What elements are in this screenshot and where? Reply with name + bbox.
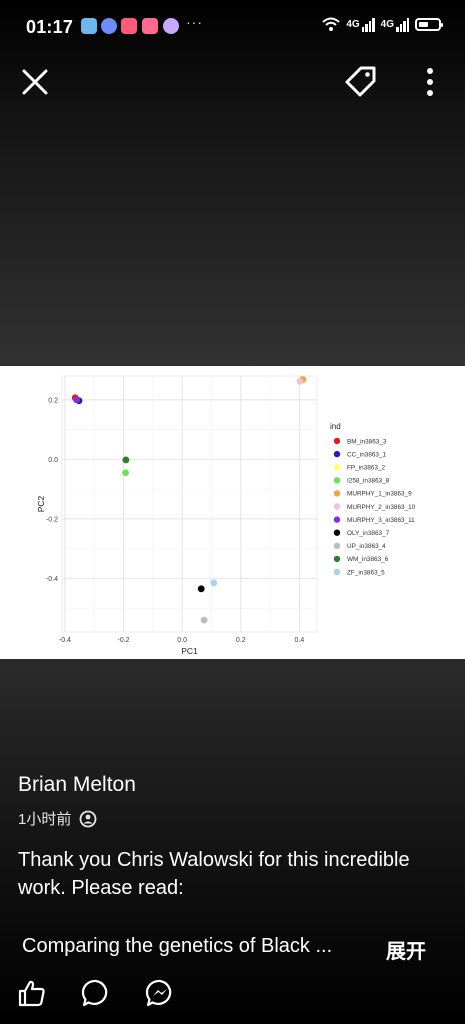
- post-snippet: Comparing the genetics of Black ...: [22, 935, 333, 957]
- more-vertical-icon: [427, 68, 433, 96]
- tag-icon: [345, 66, 376, 97]
- message-icon: [101, 18, 117, 34]
- battery-icon: [415, 17, 443, 31]
- data-point: [296, 377, 304, 385]
- legend-swatch: [333, 450, 341, 458]
- legend-label: UP_in3863_4: [347, 543, 386, 550]
- viewer-toolbar: [0, 56, 465, 108]
- app-icon: [81, 18, 97, 34]
- music-icon: [142, 18, 158, 34]
- legend-label: MURPHY_1_in3863_9: [347, 491, 412, 498]
- plot-panel: [61, 375, 318, 633]
- pca-scatter-chart: -0.4 -0.2 0.0 0.2 0.4 0.2 0.0 -0.2 -0.4 PC1 PC2 ind…: [36, 375, 416, 656]
- messenger-button[interactable]: [142, 975, 178, 1011]
- legend-label: CC_in3863_1: [347, 451, 387, 458]
- post-text: Thank you Chris Walowski for this incred…: [18, 849, 410, 899]
- data-point: [122, 456, 130, 464]
- close-button[interactable]: [15, 62, 55, 102]
- tag-button[interactable]: [340, 62, 380, 102]
- x-tick-label: -0.4: [59, 637, 71, 644]
- more-options-button[interactable]: [414, 62, 446, 102]
- legend-label: I258_in3863_8: [347, 478, 390, 485]
- signal-icon: [396, 16, 409, 32]
- expand-link[interactable]: 展开: [386, 935, 426, 964]
- legend-swatch: [333, 464, 341, 471]
- system-icons: 4G 4G: [322, 16, 443, 32]
- legend-label: BM_in3863_3: [347, 438, 387, 445]
- y-tick-label: -0.4: [46, 576, 58, 583]
- network-type-2: 4G: [380, 18, 394, 30]
- legend-swatch: [333, 490, 341, 497]
- data-point: [197, 585, 205, 593]
- legend-label: WM_in3863_6: [347, 556, 389, 563]
- legend-label: MURPHY_2_in3863_10: [347, 504, 416, 511]
- x-tick-label: -0.2: [118, 637, 130, 644]
- author-name[interactable]: Brian Melton: [18, 773, 136, 797]
- comment-button[interactable]: [78, 975, 114, 1011]
- like-button[interactable]: [14, 975, 50, 1011]
- legend-swatch: [333, 477, 341, 484]
- messenger-icon: [145, 979, 172, 1007]
- x-tick-label: 0.2: [236, 637, 246, 644]
- y-axis-label: PC2: [36, 495, 46, 512]
- x-tick-label: 0.0: [177, 637, 187, 644]
- legend-label: ZF_in3863_5: [347, 569, 385, 576]
- like-icon: [18, 980, 45, 1007]
- legend-swatch: [333, 555, 341, 563]
- data-point: [210, 579, 218, 587]
- action-bar: [0, 975, 465, 1011]
- legend-label: MURPHY_3_in3863_11: [347, 517, 415, 524]
- x-axis-label: PC1: [181, 646, 198, 656]
- signal-icon: [361, 16, 375, 32]
- data-point: [73, 396, 81, 404]
- y-tick-label: -0.2: [46, 516, 58, 523]
- data-point: [200, 616, 208, 624]
- data-point: [122, 469, 130, 477]
- y-tick-label: 0.2: [48, 397, 58, 404]
- comment-icon: [81, 979, 108, 1007]
- legend-swatch: [333, 516, 341, 523]
- legend-swatch: [333, 503, 341, 510]
- legend-label: OLY_in3863_7: [347, 530, 390, 537]
- network-type-1: 4G: [346, 18, 360, 30]
- post-time: 1小时前: [18, 811, 72, 828]
- legend-swatch: [333, 542, 341, 549]
- wifi-icon: [322, 17, 340, 31]
- friends-icon: [79, 810, 97, 827]
- legend-swatch: [333, 529, 341, 536]
- legend-label: FP_in3863_2: [347, 465, 385, 472]
- y-tick-label: 0.0: [48, 457, 58, 464]
- assistant-icon: [163, 18, 179, 34]
- x-tick-label: 0.4: [295, 637, 305, 644]
- legend-title: ind: [330, 422, 341, 431]
- status-bar: 01:17 ··· 4G 4G: [0, 0, 465, 56]
- legend-swatch: [333, 437, 341, 445]
- close-icon: [22, 69, 48, 95]
- more-notifications: ···: [186, 14, 203, 30]
- legend-swatch: [333, 568, 341, 576]
- video-icon: [121, 18, 137, 34]
- post-meta: 1小时前: [18, 808, 97, 829]
- post-photo[interactable]: -0.4 -0.2 0.0 0.2 0.4 0.2 0.0 -0.2 -0.4 PC1 PC2 ind…: [0, 366, 465, 659]
- status-time: 01:17: [26, 17, 74, 37]
